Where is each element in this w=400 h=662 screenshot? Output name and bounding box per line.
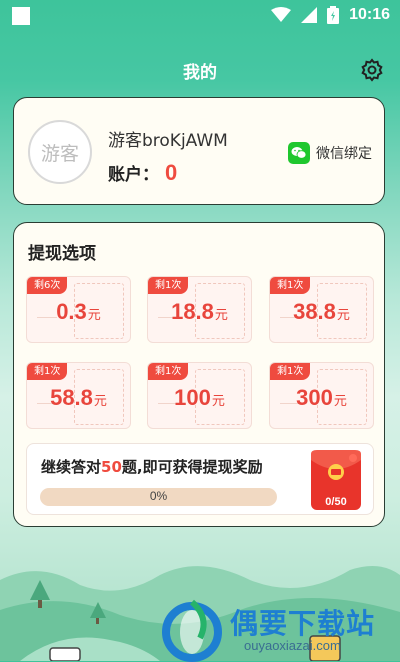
withdraw-title: 提现选项	[28, 244, 96, 264]
avatar[interactable]: 游客	[28, 120, 92, 184]
remaining-badge: 剩1次	[270, 363, 311, 380]
watermark: 偶要下载站 ouyaoxiazai.com	[160, 598, 400, 662]
withdraw-amount: 38.8元	[293, 299, 350, 324]
notification-icon	[12, 7, 30, 25]
withdraw-option[interactable]: 剩6次 0.3元	[26, 276, 131, 343]
watermark-title: 偶要下载站	[230, 607, 376, 640]
withdraw-amount: 58.8元	[50, 385, 107, 410]
remaining-badge: 剩6次	[27, 277, 68, 294]
withdraw-amount: 100元	[174, 385, 225, 410]
withdraw-option[interactable]: 剩1次 300元	[269, 362, 374, 429]
remaining-badge: 剩1次	[27, 363, 68, 380]
clock: 10:16	[349, 6, 390, 23]
wifi-icon	[271, 7, 292, 22]
wechat-bind-button[interactable]: 微信绑定	[288, 142, 372, 164]
withdraw-amount: 300元	[296, 385, 347, 410]
gear-icon	[361, 58, 383, 82]
battery-icon	[327, 6, 340, 24]
screen: { "status_bar": { "time": "10:16" }, "he…	[0, 0, 400, 662]
withdraw-option[interactable]: 剩1次 58.8元	[26, 362, 131, 429]
withdraw-option[interactable]: 剩1次 100元	[147, 362, 252, 429]
header: 我的	[0, 50, 400, 90]
account-row: 账户： 0	[108, 160, 177, 186]
page-title: 我的	[183, 63, 217, 83]
username: 游客broKjAWM	[108, 131, 228, 151]
progress-description: 继续答对50题,即可获得提现奖励	[41, 458, 263, 476]
progress-count: 0/50	[325, 496, 347, 508]
signal-icon	[301, 7, 318, 23]
progress-bar: 0%	[40, 488, 277, 506]
wechat-bind-label: 微信绑定	[316, 146, 372, 162]
status-indicators: 10:16	[271, 6, 390, 24]
status-bar: 10:16	[0, 0, 400, 32]
withdraw-option[interactable]: 剩1次 38.8元	[269, 276, 374, 343]
withdraw-card: 提现选项 剩6次 0.3元 剩1次 18.8元 剩1次 38.8元 剩1次 58…	[13, 222, 385, 527]
remaining-badge: 剩1次	[148, 363, 189, 380]
task-progress-box: 继续答对50题,即可获得提现奖励 0% 0/50	[26, 443, 374, 515]
settings-button[interactable]	[360, 58, 384, 82]
profile-card: 游客 游客broKjAWM 账户： 0 微信绑定	[13, 97, 385, 205]
progress-percent: 0%	[149, 489, 168, 503]
account-balance: 0	[165, 160, 178, 185]
wechat-icon	[288, 142, 310, 164]
watermark-subtitle: ouyaoxiazai.com	[244, 638, 341, 653]
withdraw-amount: 0.3元	[56, 299, 101, 324]
withdraw-amount: 18.8元	[171, 299, 228, 324]
red-packet-reward[interactable]: 0/50	[309, 450, 363, 512]
account-label: 账户：	[108, 165, 159, 185]
remaining-badge: 剩1次	[148, 277, 189, 294]
watermark-logo	[162, 599, 222, 662]
withdraw-option[interactable]: 剩1次 18.8元	[147, 276, 252, 343]
remaining-badge: 剩1次	[270, 277, 311, 294]
